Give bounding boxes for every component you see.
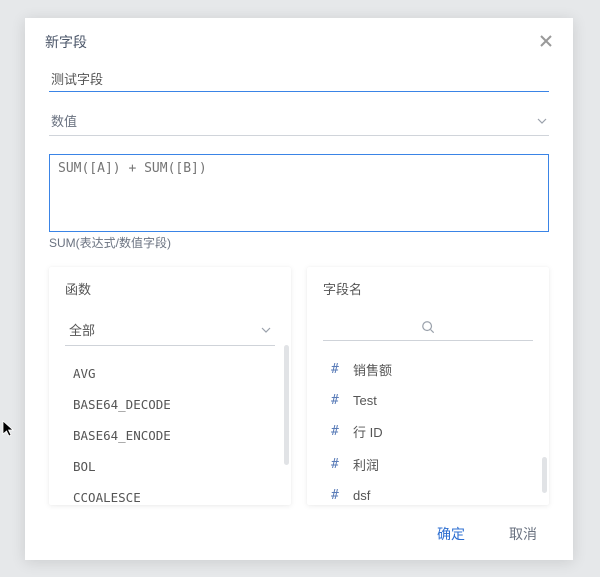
search-icon [421,320,435,334]
modal-footer: 确定 取消 [25,510,573,560]
mouse-cursor [2,420,16,438]
modal-body: 数值 SUM(表达式/数值字段) 函数 全部 [25,62,573,510]
field-item[interactable]: # 行 ID [329,415,537,448]
field-search-input[interactable] [323,316,533,341]
field-label: dsf [353,488,370,503]
number-icon: # [331,457,343,472]
field-label: 行 ID [353,422,383,441]
field-type-value: 数值 [51,111,77,130]
function-item[interactable]: CCOALESCE [71,482,279,505]
close-icon [539,34,553,48]
field-item[interactable]: # 利润 [329,448,537,481]
field-item[interactable]: # dsf [329,481,537,505]
confirm-button[interactable]: 确定 [437,524,465,544]
number-icon: # [331,393,343,408]
function-item[interactable]: BOL [71,451,279,482]
fields-panel: 字段名 # 销售额 # [307,267,549,505]
function-list: AVG BASE64_DECODE BASE64_ENCODE BOL CCOA… [49,358,291,505]
function-category-select[interactable]: 全部 [65,316,275,346]
function-item[interactable]: BASE64_ENCODE [71,420,279,451]
modal-header: 新字段 [25,18,573,62]
field-label: 利润 [353,455,379,474]
modal-title: 新字段 [45,32,87,52]
field-label: 销售额 [353,360,392,379]
field-list: # 销售额 # Test # 行 ID # 利润 [307,353,549,505]
number-icon: # [331,362,343,377]
field-item[interactable]: # 销售额 [329,353,537,386]
function-item[interactable]: BASE64_DECODE [71,389,279,420]
chevron-down-icon [261,327,271,333]
number-icon: # [331,488,343,503]
chevron-down-icon [537,118,547,124]
close-button[interactable] [539,33,553,51]
field-item[interactable]: # Test [329,386,537,415]
function-category-value: 全部 [69,320,95,339]
number-icon: # [331,424,343,439]
field-label: Test [353,393,377,408]
field-name-input[interactable] [49,66,549,92]
functions-panel-title: 函数 [49,267,291,304]
fields-panel-title: 字段名 [307,267,549,304]
new-field-modal: 新字段 数值 SUM(表达式/数值字段) 函数 [25,18,573,560]
function-item[interactable]: AVG [71,358,279,389]
functions-panel: 函数 全部 AVG BASE64_DECODE BASE64_ENCODE BO… [49,267,291,505]
field-type-select[interactable]: 数值 [49,106,549,136]
expression-textarea[interactable] [49,154,549,232]
expression-hint: SUM(表达式/数值字段) [49,234,549,251]
cancel-button[interactable]: 取消 [509,524,537,544]
